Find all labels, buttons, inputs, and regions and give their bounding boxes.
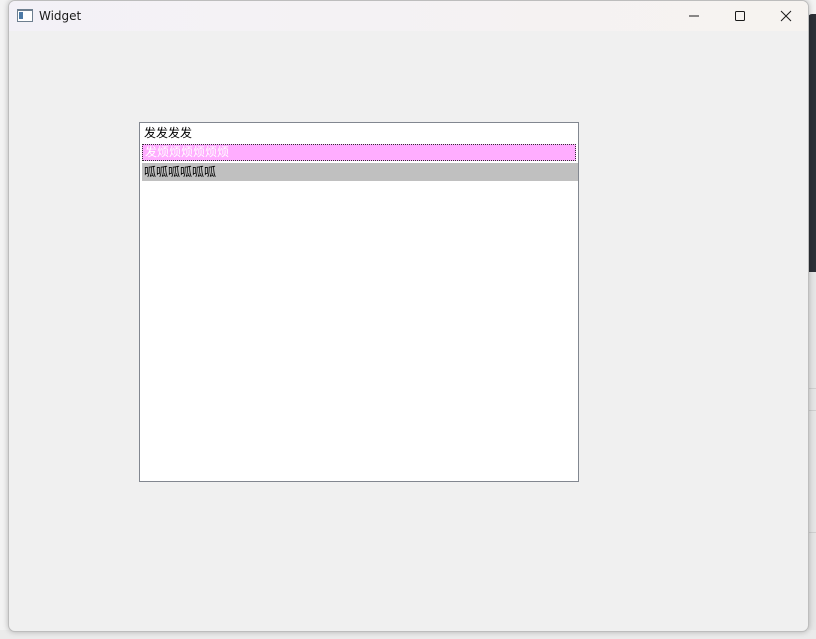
widget-window: Widget 发发发发 发烦烦烦烦烦烦 呱呱呱呱呱呱: [8, 0, 809, 632]
list-widget[interactable]: 发发发发 发烦烦烦烦烦烦 呱呱呱呱呱呱: [139, 122, 579, 482]
list-item-selected[interactable]: 呱呱呱呱呱呱: [142, 163, 578, 181]
background-divider: [808, 410, 816, 411]
minimize-button[interactable]: [671, 1, 717, 31]
close-icon: [780, 10, 792, 22]
maximize-button[interactable]: [717, 1, 763, 31]
background-divider: [808, 532, 816, 533]
minimize-icon: [689, 15, 699, 17]
app-window-icon: [17, 9, 33, 22]
background-app-edge: [808, 14, 816, 272]
background-divider: [808, 388, 816, 389]
background-app-panel: [808, 272, 816, 639]
window-title: Widget: [39, 9, 82, 23]
list-item-hovered[interactable]: 发烦烦烦烦烦烦: [142, 144, 576, 161]
title-bar[interactable]: Widget: [9, 1, 808, 31]
close-button[interactable]: [763, 1, 808, 31]
list-item[interactable]: 发发发发: [142, 124, 578, 142]
maximize-icon: [735, 11, 745, 21]
